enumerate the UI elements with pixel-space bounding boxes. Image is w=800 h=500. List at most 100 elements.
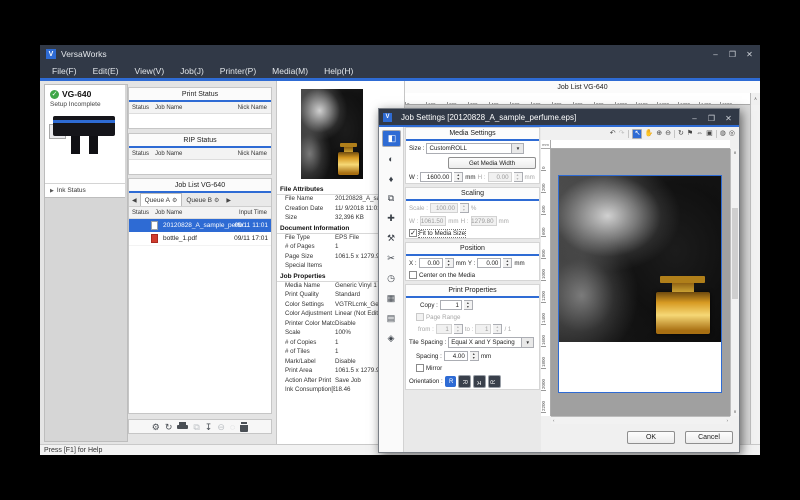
job-row[interactable]: bottle_1.pdf 09/11 17:01 bbox=[129, 232, 271, 246]
import-icon[interactable]: ↧ bbox=[205, 422, 213, 432]
menu-media[interactable]: Media(M) bbox=[264, 66, 316, 76]
rip-and-print-icon: ⧉ bbox=[193, 422, 199, 432]
pointer-tool-icon[interactable]: ↖ bbox=[632, 129, 642, 139]
pos-x-field[interactable]: 0.00 bbox=[419, 258, 443, 268]
menu-view[interactable]: View(V) bbox=[127, 66, 173, 76]
ink-status-row[interactable]: ▶ Ink Status bbox=[45, 183, 125, 197]
center-on-media-checkbox[interactable] bbox=[409, 271, 417, 279]
orientation-90-button[interactable]: R bbox=[458, 375, 471, 388]
job-row[interactable]: 20120828_A_sample_perfu... 09/11 11:01 bbox=[129, 219, 271, 232]
vertical-scrollbar[interactable] bbox=[750, 105, 760, 444]
copy-field[interactable]: 1 bbox=[440, 300, 462, 310]
preview-canvas[interactable] bbox=[551, 149, 730, 416]
fit-to-media-checkbox[interactable]: ✓ bbox=[409, 229, 417, 237]
scroll-down-icon[interactable]: ∨ bbox=[731, 409, 739, 415]
copies-icon[interactable]: ▤ bbox=[382, 310, 401, 327]
fit-frame-icon[interactable]: ▣ bbox=[706, 129, 713, 138]
job-image-preview[interactable] bbox=[559, 176, 721, 342]
menu-help[interactable]: Help(H) bbox=[316, 66, 361, 76]
pos-y-stepper[interactable]: ▴▾ bbox=[503, 258, 512, 268]
scroll-up-icon[interactable]: ∧ bbox=[731, 150, 739, 156]
copy-stepper[interactable]: ▴▾ bbox=[464, 300, 473, 310]
layout-tab-icon[interactable]: ◧ bbox=[382, 130, 401, 147]
spacing-field[interactable]: 4.00 bbox=[444, 351, 468, 361]
mirror-label[interactable]: Mirror bbox=[426, 365, 442, 372]
close-icon[interactable]: ✕ bbox=[741, 50, 758, 59]
dialog-close-icon[interactable]: ✕ bbox=[720, 114, 737, 123]
window-title: VersaWorks bbox=[61, 49, 107, 59]
scroll-right-icon[interactable]: › bbox=[727, 417, 729, 424]
maximize-icon[interactable]: ❐ bbox=[724, 50, 741, 59]
preview-vscrollbar[interactable]: ∧ ∨ bbox=[730, 149, 739, 416]
media-width-stepper[interactable]: ▴▾ bbox=[454, 172, 463, 182]
pos-y-field[interactable]: 0.00 bbox=[477, 258, 501, 268]
ink-status-label: Ink Status bbox=[57, 187, 86, 194]
menu-file[interactable]: File(F) bbox=[44, 66, 85, 76]
preview-hscrollbar[interactable]: ‹ › bbox=[551, 416, 730, 424]
hand-tool-icon[interactable]: ✋ bbox=[645, 129, 654, 138]
zoom-out-icon[interactable]: ⊖ bbox=[665, 129, 671, 138]
menu-job[interactable]: Job(J) bbox=[172, 66, 212, 76]
spacing-stepper[interactable]: ▴▾ bbox=[470, 351, 479, 361]
menu-printer[interactable]: Printer(P) bbox=[212, 66, 264, 76]
marks-icon[interactable]: ✚ bbox=[382, 210, 401, 227]
media-size-select[interactable]: CustomROLL ▼ bbox=[426, 143, 524, 154]
tab-scroll-left-icon[interactable]: ◀ bbox=[129, 197, 140, 206]
flag-icon[interactable]: ⚑ bbox=[687, 129, 693, 138]
job-list-title: Job List VG-640 bbox=[129, 179, 271, 193]
preview-mode-icon[interactable]: ◍ bbox=[720, 129, 726, 138]
orientation-270-button[interactable]: R bbox=[488, 375, 501, 388]
orientation-180-button[interactable]: R bbox=[473, 375, 486, 388]
tab-scroll-right-icon[interactable]: ▶ bbox=[223, 197, 234, 206]
ink-settings-icon[interactable]: ♦ bbox=[382, 170, 401, 187]
tab-queue-a[interactable]: Queue A ⚙ bbox=[140, 193, 183, 206]
printer-card[interactable]: ✓ VG-640 Setup Incomplete ▶ Ink Status bbox=[45, 85, 125, 198]
pos-x-stepper[interactable]: ▴▾ bbox=[445, 258, 454, 268]
tile-spacing-select[interactable]: Equal X and Y Spacing ▼ bbox=[448, 337, 534, 348]
settings-category-strip: ◧ ◐ ♦ ⧉ ✚ ⚒ ✂ ◷ ▦ ▤ ◈ bbox=[379, 127, 404, 452]
queue-b-gear-icon[interactable]: ⚙ bbox=[214, 197, 219, 204]
scaling-width-field: 1061.50 bbox=[420, 216, 446, 226]
cancel-button[interactable]: Cancel bbox=[685, 431, 733, 444]
scroll-left-icon[interactable]: ‹ bbox=[553, 417, 555, 424]
settings-column: Media Settings Size : CustomROLL ▼ Get M… bbox=[404, 127, 541, 452]
fit-width-icon[interactable]: ⇔ bbox=[696, 129, 703, 138]
window-titlebar: V VersaWorks – ❐ ✕ bbox=[40, 45, 760, 63]
ink-consumption-icon[interactable]: ◈ bbox=[382, 330, 401, 347]
tab-queue-b[interactable]: Queue B ⚙ bbox=[182, 194, 223, 206]
media-sheet[interactable] bbox=[558, 175, 722, 393]
fit-to-media-label[interactable]: Fit to Media Size bbox=[419, 230, 465, 237]
queue-a-gear-icon[interactable]: ⚙ bbox=[172, 197, 177, 204]
undo-icon[interactable]: ↶ bbox=[610, 129, 616, 138]
refresh-icon[interactable]: ↻ bbox=[678, 129, 684, 138]
scaling-h-unit: mm bbox=[499, 218, 509, 225]
outline-mode-icon[interactable]: ◎ bbox=[729, 129, 735, 138]
mirror-checkbox[interactable] bbox=[416, 364, 424, 372]
clip-scissors-icon[interactable]: ✂ bbox=[382, 250, 401, 267]
vscroll-thumb[interactable] bbox=[732, 208, 738, 299]
printer-controls-icon[interactable]: ⧉ bbox=[382, 190, 401, 207]
rip-icon[interactable]: ↻ bbox=[165, 422, 173, 432]
from-stepper: ▴▾ bbox=[454, 324, 463, 334]
orientation-0-button[interactable]: R bbox=[445, 376, 456, 387]
ok-button[interactable]: OK bbox=[627, 431, 675, 444]
media-h-unit: mm bbox=[525, 174, 535, 181]
delete-icon[interactable] bbox=[240, 422, 248, 432]
zoom-in-icon[interactable]: ⊕ bbox=[656, 129, 662, 138]
tiling-icon[interactable]: ▦ bbox=[382, 290, 401, 307]
print-icon[interactable] bbox=[177, 422, 188, 431]
color-adjustment-icon[interactable]: ◐ bbox=[382, 150, 401, 167]
dialog-minimize-icon[interactable]: – bbox=[686, 114, 703, 123]
get-media-width-button[interactable]: Get Media Width bbox=[448, 157, 536, 169]
dialog-maximize-icon[interactable]: ❐ bbox=[703, 114, 720, 123]
minimize-icon[interactable]: – bbox=[707, 50, 724, 59]
media-w-label: W : bbox=[409, 174, 418, 181]
menu-edit[interactable]: Edit(E) bbox=[85, 66, 127, 76]
center-on-media-label[interactable]: Center on the Media bbox=[419, 272, 475, 279]
redo-icon: ↷ bbox=[619, 129, 625, 138]
media-width-field[interactable]: 1600.00 bbox=[420, 172, 452, 182]
tools-wrench-icon[interactable]: ⚒ bbox=[382, 230, 401, 247]
scroll-up-icon[interactable]: ∧ bbox=[750, 93, 760, 105]
settings-gear-icon[interactable]: ⚙ bbox=[152, 422, 160, 432]
schedule-clock-icon[interactable]: ◷ bbox=[382, 270, 401, 287]
